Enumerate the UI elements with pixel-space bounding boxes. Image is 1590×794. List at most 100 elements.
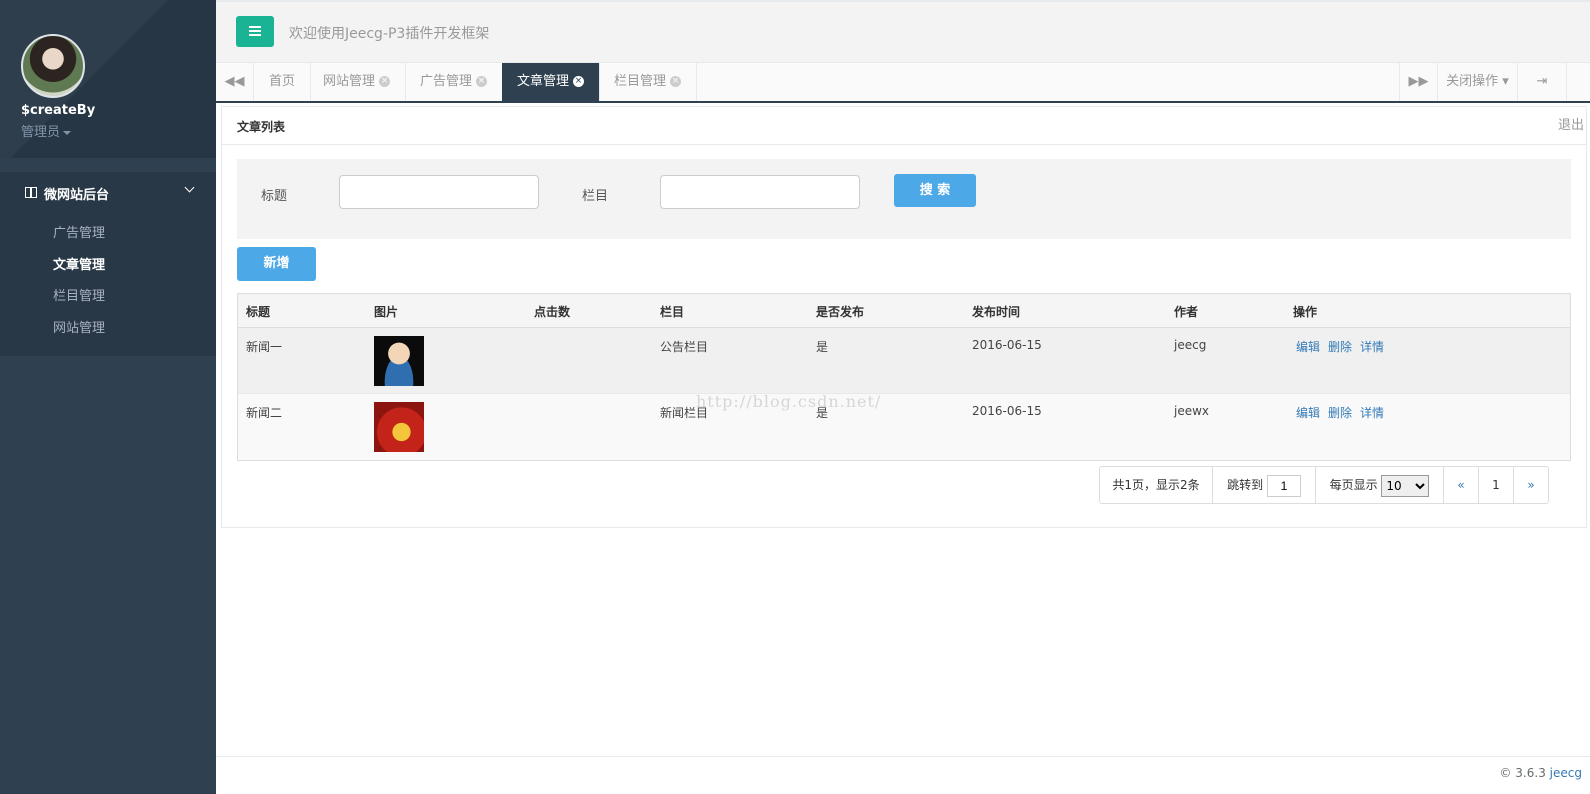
cell-author: jeewx xyxy=(1174,404,1210,418)
close-operations-dropdown[interactable]: 关闭操作 ▾ xyxy=(1437,63,1517,101)
title-input[interactable] xyxy=(339,175,539,209)
delete-link[interactable]: 删除 xyxy=(1328,406,1352,420)
add-button[interactable]: 新增 xyxy=(237,247,316,281)
column-label: 栏目 xyxy=(582,189,609,204)
jump-page-input[interactable] xyxy=(1266,474,1301,497)
tab-columns[interactable]: 栏目管理 × xyxy=(599,63,698,101)
sidebar-nav: 微网站后台 广告管理 文章管理 栏目管理 网站管理 xyxy=(0,172,216,356)
user-role-dropdown[interactable]: 管理员 xyxy=(21,121,72,140)
panel-title: 文章列表 xyxy=(237,120,286,134)
cell-title: 新闻一 xyxy=(246,340,283,354)
tab-home[interactable]: 首页 xyxy=(254,63,312,101)
double-right-icon: ▶▶ xyxy=(1408,74,1429,89)
per-page: 每页显示 10 xyxy=(1316,467,1444,503)
column-header: 栏目 xyxy=(660,305,685,319)
nav-group-label: 微网站后台 xyxy=(44,188,110,203)
cell-author: jeecg xyxy=(1174,338,1207,352)
avatar[interactable] xyxy=(21,34,85,98)
title-label: 标题 xyxy=(261,189,288,204)
sidebar-item-columns[interactable]: 栏目管理 xyxy=(53,285,105,304)
tab-label: 广告管理 xyxy=(420,74,473,89)
tab-scroll-left-button[interactable]: ◀◀ xyxy=(216,63,254,101)
cell-column: 公告栏目 xyxy=(660,340,709,354)
close-icon[interactable]: × xyxy=(476,76,488,87)
cell-published: 是 xyxy=(816,340,829,354)
search-form: 标题 栏目 搜 索 xyxy=(237,159,1571,239)
tab-website[interactable]: 网站管理 × xyxy=(308,63,407,101)
article-image xyxy=(374,402,424,452)
column-header: 图片 xyxy=(374,305,399,319)
edit-link[interactable]: 编辑 xyxy=(1296,340,1320,354)
prev-page-button[interactable]: « xyxy=(1444,467,1479,503)
watermark: http://blog.csdn.net/ xyxy=(696,392,882,411)
exit-link[interactable]: 退出 xyxy=(1558,114,1584,133)
next-page-button[interactable]: » xyxy=(1514,467,1548,503)
article-table: 标题 图片 点击数 栏目 是否发布 发布时间 作者 操作 新闻一 公告栏目 是 … xyxy=(237,293,1571,461)
tab-label: 首页 xyxy=(269,74,296,89)
column-header: 作者 xyxy=(1174,305,1199,319)
footer: © 3.6.3 jeecg xyxy=(216,756,1590,794)
version-info: © 3.6.3 jeecg xyxy=(1499,766,1582,780)
delete-link[interactable]: 删除 xyxy=(1328,340,1352,354)
column-header: 发布时间 xyxy=(972,305,1021,319)
cell-actions: 编辑 删除 详情 xyxy=(1296,404,1392,421)
logout-tab-button[interactable]: ⇥ xyxy=(1517,63,1567,101)
page-summary: 共1页，显示2条 xyxy=(1100,467,1213,503)
tab-ads[interactable]: 广告管理 × xyxy=(405,63,504,101)
book-icon xyxy=(25,187,37,198)
tab-label: 文章管理 xyxy=(517,74,570,89)
article-image xyxy=(374,336,424,386)
sidebar-item-ads[interactable]: 广告管理 xyxy=(53,222,105,241)
user-role-label: 管理员 xyxy=(21,125,61,140)
tab-label: 栏目管理 xyxy=(614,74,667,89)
sidebar-item-website[interactable]: 网站管理 xyxy=(53,317,105,336)
column-header: 标题 xyxy=(246,305,271,319)
hamburger-icon xyxy=(249,26,261,28)
welcome-text: 欢迎使用Jeecg-P3插件开发框架 xyxy=(289,26,490,42)
caret-down-icon: ▾ xyxy=(1498,74,1509,89)
tab-articles[interactable]: 文章管理 × xyxy=(502,63,601,101)
close-icon[interactable]: × xyxy=(573,76,585,87)
panel-header: 文章列表 退出 xyxy=(222,107,1586,145)
table-row: 新闻一 公告栏目 是 2016-06-15 jeecg 编辑 删除 详情 xyxy=(238,328,1570,394)
table-header: 标题 图片 点击数 栏目 是否发布 发布时间 作者 操作 xyxy=(238,294,1570,328)
detail-link[interactable]: 详情 xyxy=(1360,340,1384,354)
per-page-label: 每页显示 xyxy=(1329,478,1378,492)
sidebar: $createBy 管理员 微网站后台 广告管理 文章管理 栏目管理 网站管理 xyxy=(0,0,216,794)
column-header: 是否发布 xyxy=(816,305,865,319)
cell-date: 2016-06-15 xyxy=(972,404,1042,418)
chevron-down-icon xyxy=(184,182,195,193)
close-ops-label: 关闭操作 xyxy=(1446,74,1499,89)
menu-toggle-button[interactable] xyxy=(236,16,274,47)
per-page-select[interactable]: 10 xyxy=(1381,474,1430,497)
jump-to-page: 跳转到 xyxy=(1213,467,1316,503)
cell-actions: 编辑 删除 详情 xyxy=(1296,338,1392,355)
cell-title: 新闻二 xyxy=(246,406,283,420)
caret-down-icon xyxy=(63,130,72,135)
close-icon[interactable]: × xyxy=(379,76,391,87)
page-number-button[interactable]: 1 xyxy=(1479,467,1514,503)
user-name[interactable]: $createBy xyxy=(21,103,95,118)
brand-link[interactable]: jeecg xyxy=(1550,766,1582,780)
article-list-panel: 文章列表 退出 标题 栏目 搜 索 新增 标题 图片 点击数 栏目 是否发布 发… xyxy=(221,106,1587,528)
search-button[interactable]: 搜 索 xyxy=(894,174,976,207)
jump-label: 跳转到 xyxy=(1227,478,1264,492)
pagination: 共1页，显示2条 跳转到 每页显示 10 « 1 » xyxy=(1099,466,1549,504)
table-row: 新闻二 新闻栏目 是 2016-06-15 jeewx 编辑 删除 详情 xyxy=(238,394,1570,460)
double-left-icon: ◀◀ xyxy=(224,74,245,89)
detail-link[interactable]: 详情 xyxy=(1360,406,1384,420)
edit-link[interactable]: 编辑 xyxy=(1296,406,1320,420)
column-header: 操作 xyxy=(1293,305,1318,319)
tab-bar: ◀◀ 首页 网站管理 × 广告管理 × 文章管理 × 栏目管理 × ▶▶ 关闭操作 ▾ … xyxy=(216,63,1590,103)
tab-label: 网站管理 xyxy=(323,74,376,89)
close-icon[interactable]: × xyxy=(670,76,682,87)
sidebar-item-articles[interactable]: 文章管理 xyxy=(53,254,105,273)
column-header: 点击数 xyxy=(534,305,571,319)
cell-date: 2016-06-15 xyxy=(972,338,1042,352)
tab-scroll-right-button[interactable]: ▶▶ xyxy=(1399,63,1437,101)
column-input[interactable] xyxy=(660,175,860,209)
top-header: 欢迎使用Jeecg-P3插件开发框架 xyxy=(216,0,1590,63)
copyright-text: © 3.6.3 xyxy=(1499,766,1546,780)
nav-group-header[interactable]: 微网站后台 xyxy=(0,172,216,212)
sign-out-icon: ⇥ xyxy=(1536,74,1548,89)
